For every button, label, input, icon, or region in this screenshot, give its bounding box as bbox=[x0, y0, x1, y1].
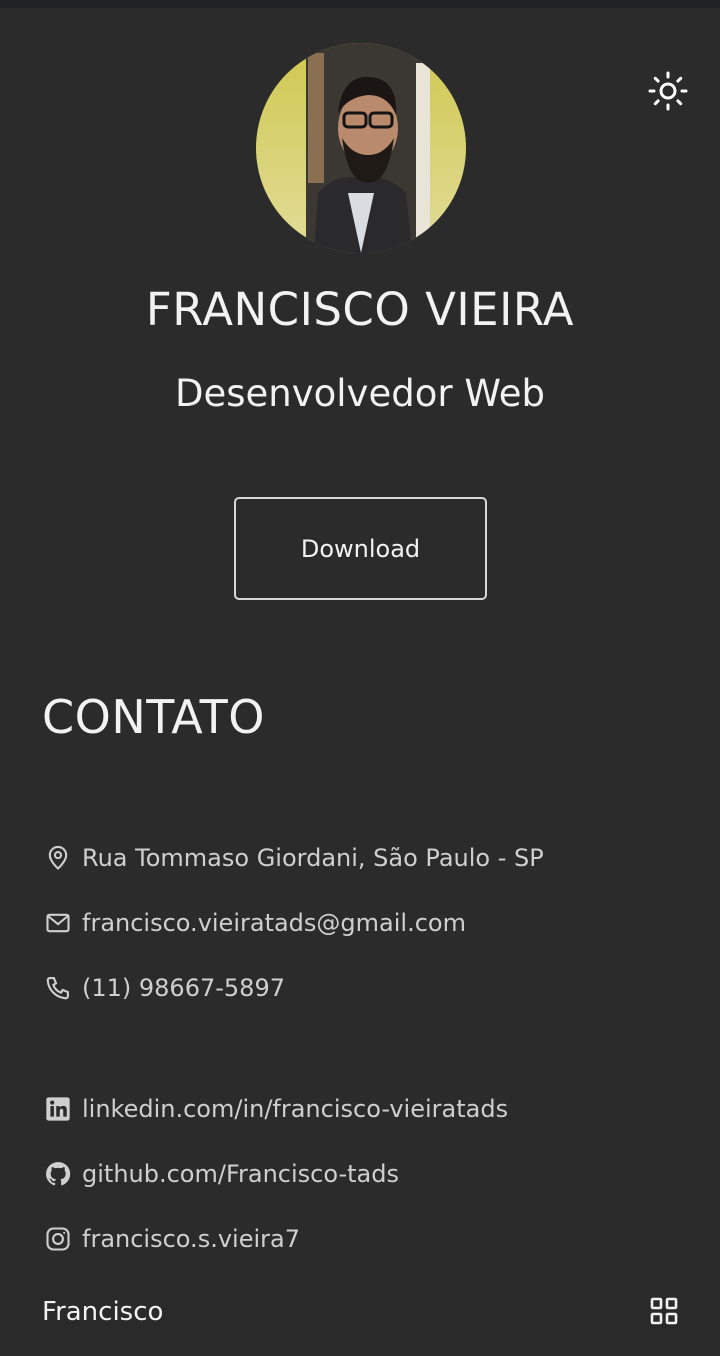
contact-address: Rua Tommaso Giordani, São Paulo - SP bbox=[42, 838, 544, 878]
contact-instagram[interactable]: francisco.s.vieira7 bbox=[42, 1219, 300, 1259]
address-text: Rua Tommaso Giordani, São Paulo - SP bbox=[82, 844, 544, 872]
linkedin-icon bbox=[42, 1093, 74, 1125]
profile-photo bbox=[256, 43, 466, 253]
top-status-strip bbox=[0, 0, 720, 8]
sun-icon bbox=[648, 71, 688, 111]
github-icon bbox=[42, 1158, 74, 1190]
download-button[interactable]: Download bbox=[234, 497, 487, 600]
contact-github[interactable]: github.com/Francisco-tads bbox=[42, 1154, 399, 1194]
grid-menu-icon bbox=[650, 1297, 678, 1325]
phone-link[interactable]: (11) 98667-5897 bbox=[82, 974, 285, 1002]
bottom-nav: Francisco bbox=[0, 1273, 720, 1356]
github-link[interactable]: github.com/Francisco-tads bbox=[82, 1160, 399, 1188]
instagram-link[interactable]: francisco.s.vieira7 bbox=[82, 1225, 300, 1253]
menu-button[interactable] bbox=[644, 1291, 684, 1331]
phone-icon bbox=[42, 972, 74, 1004]
map-pin-icon bbox=[42, 842, 74, 874]
profile-title: Desenvolvedor Web bbox=[175, 372, 545, 415]
nav-logo[interactable]: Francisco bbox=[42, 1297, 163, 1327]
profile-name: FRANCISCO VIEIRA bbox=[145, 283, 575, 336]
instagram-icon bbox=[42, 1223, 74, 1255]
email-link[interactable]: francisco.vieiratads@gmail.com bbox=[82, 909, 466, 937]
contact-phone[interactable]: (11) 98667-5897 bbox=[42, 968, 285, 1008]
theme-toggle-button[interactable] bbox=[646, 69, 690, 113]
contact-email[interactable]: francisco.vieiratads@gmail.com bbox=[42, 903, 466, 943]
mail-icon bbox=[42, 907, 74, 939]
contact-heading: CONTATO bbox=[42, 690, 265, 744]
linkedin-link[interactable]: linkedin.com/in/francisco-vieiratads bbox=[82, 1095, 508, 1123]
contact-linkedin[interactable]: linkedin.com/in/francisco-vieiratads bbox=[42, 1089, 508, 1129]
